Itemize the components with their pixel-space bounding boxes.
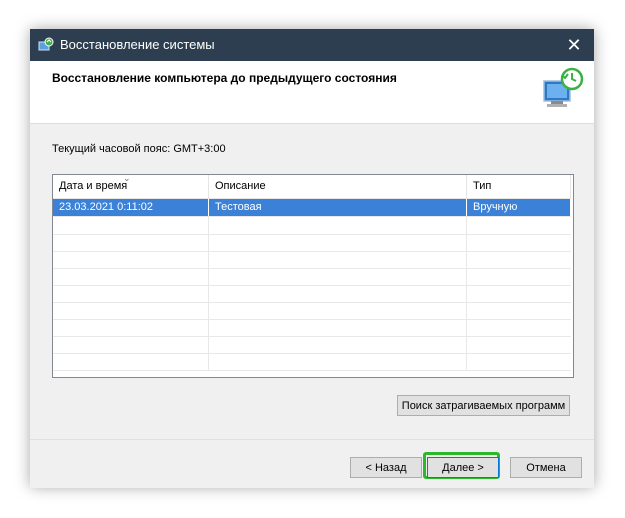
restore-points-list[interactable]: ⌄ Дата и время Описание Тип 23.03.2021 0…	[52, 174, 574, 378]
column-header-type[interactable]: Тип	[467, 175, 571, 198]
system-restore-icon	[38, 37, 54, 51]
cell-datetime: 23.03.2021 0:11:02	[53, 199, 209, 216]
list-header: ⌄ Дата и время Описание Тип	[53, 175, 573, 199]
empty-row	[53, 319, 571, 337]
scan-affected-programs-button[interactable]: Поиск затрагиваемых программ	[397, 395, 570, 416]
sort-indicator-icon: ⌄	[123, 174, 131, 183]
window-title: Восстановление системы	[60, 37, 215, 52]
cell-description: Тестовая	[209, 199, 467, 216]
column-label: Дата и время	[59, 180, 128, 192]
wizard-footer: < Назад Далее > Отмена	[30, 439, 594, 488]
timezone-label: Текущий часовой пояс: GMT+3:00	[52, 143, 226, 155]
empty-row	[53, 268, 571, 286]
empty-row	[53, 251, 571, 269]
column-label: Тип	[473, 180, 492, 192]
wizard-body: Текущий часовой пояс: GMT+3:00 ⌄ Дата и …	[30, 124, 594, 439]
column-header-description[interactable]: Описание	[209, 175, 467, 198]
column-label: Описание	[215, 180, 266, 192]
back-button[interactable]: < Назад	[350, 457, 422, 478]
restore-computer-icon	[543, 67, 584, 107]
empty-row	[53, 234, 571, 252]
system-restore-window: Восстановление системы ✕ Восстановление …	[30, 29, 594, 488]
list-row[interactable]: 23.03.2021 0:11:02 Тестовая Вручную	[53, 199, 571, 217]
empty-row	[53, 285, 571, 303]
page-heading: Восстановление компьютера до предыдущего…	[52, 71, 397, 85]
empty-row	[53, 336, 571, 354]
column-header-datetime[interactable]: ⌄ Дата и время	[53, 175, 209, 198]
cancel-button[interactable]: Отмена	[510, 457, 582, 478]
wizard-header: Восстановление компьютера до предыдущего…	[30, 61, 594, 124]
empty-row	[53, 217, 571, 235]
close-icon[interactable]: ✕	[554, 29, 594, 61]
cell-type: Вручную	[467, 199, 571, 216]
title-bar[interactable]: Восстановление системы ✕	[30, 29, 594, 61]
empty-row	[53, 302, 571, 320]
empty-row	[53, 353, 571, 371]
list-scrollbar	[571, 175, 573, 377]
next-button[interactable]: Далее >	[427, 457, 499, 478]
